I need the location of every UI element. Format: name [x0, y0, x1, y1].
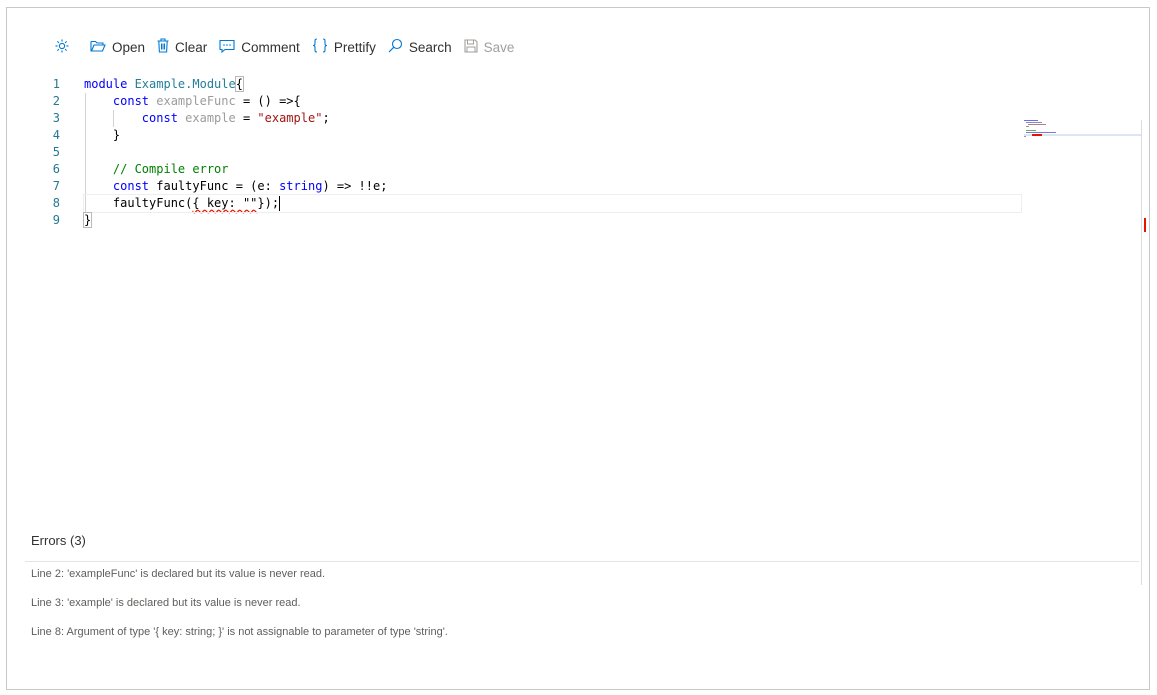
minimap-line [1028, 124, 1046, 125]
scrollbar-track[interactable] [1141, 120, 1142, 585]
indent-guide [85, 127, 86, 144]
code-line-5[interactable] [84, 144, 1022, 161]
errors-panel-title: Errors (3) [31, 533, 86, 548]
code-line-8-current[interactable]: faultyFunc({ key: ""}); [83, 194, 1022, 213]
error-list-item[interactable]: Line 2: 'exampleFunc' is declared but it… [31, 568, 325, 580]
code-line-2[interactable]: const exampleFunc = () =>{ [84, 93, 1022, 110]
minimap-line [1024, 136, 1026, 137]
matched-bracket: } [82, 212, 93, 228]
keyword-token: const [112, 94, 150, 108]
divider [25, 561, 1139, 562]
code-text: = () =>{ [235, 94, 301, 108]
clear-button[interactable]: Clear [151, 30, 213, 64]
error-list-item[interactable]: Line 3: 'example' is declared but its va… [31, 597, 301, 609]
prettify-button[interactable]: Prettify [306, 30, 382, 64]
code-text: = [235, 111, 258, 125]
error-list-item[interactable]: Line 8: Argument of type '{ key: string;… [31, 626, 448, 638]
sun-icon [55, 39, 75, 56]
save-label: Save [483, 39, 515, 55]
indent-guide [113, 110, 114, 127]
line-number: 5 [52, 145, 60, 159]
minimap-line [1026, 130, 1036, 131]
comment-token: // Compile error [112, 162, 229, 176]
comment-label: Comment [241, 39, 300, 55]
code-line-6[interactable]: // Compile error [84, 161, 1022, 178]
line-number: 9 [52, 213, 60, 227]
playground-frame: Open Clear Comment Prettify Search Save … [6, 7, 1150, 690]
code-text: faultyFunc( [84, 196, 193, 210]
line-number: 3 [52, 111, 60, 125]
error-squiggle[interactable]: { key: "" [192, 196, 257, 210]
line-number: 2 [52, 94, 60, 108]
keyword-token: const [112, 179, 150, 193]
code-text: ) => !!e; [322, 179, 388, 193]
minimap-line [1026, 132, 1056, 133]
search-label: Search [408, 39, 452, 55]
type-token: string [279, 179, 323, 193]
folder-open-icon [90, 39, 112, 56]
overview-ruler-error-marker[interactable] [1144, 218, 1146, 232]
line-number: 8 [52, 196, 60, 210]
save-button[interactable]: Save [458, 30, 521, 64]
minimap-line [1026, 122, 1042, 123]
indent-guide [85, 110, 86, 127]
theme-toggle-button[interactable] [51, 30, 84, 64]
indent-guide [85, 195, 86, 212]
line-number: 6 [52, 162, 60, 176]
indent-guide [85, 93, 86, 110]
comment-icon [219, 39, 241, 56]
save-icon [464, 38, 484, 56]
line-number-gutter: 1 2 3 4 5 6 7 8 9 [14, 76, 64, 229]
braces-icon [312, 38, 334, 56]
search-button[interactable]: Search [382, 30, 458, 64]
code-text: faultyFunc = (e: [149, 179, 280, 193]
trash-icon [157, 38, 175, 56]
string-token: "example" [257, 111, 323, 125]
indent-guide [85, 178, 86, 195]
line-number: 7 [52, 179, 60, 193]
open-label: Open [112, 39, 146, 55]
comment-button[interactable]: Comment [213, 30, 306, 64]
unused-identifier-token: example [177, 111, 236, 125]
minimap-line [1026, 126, 1029, 127]
clear-label: Clear [175, 39, 208, 55]
code-line-9[interactable]: } [82, 212, 1022, 229]
identifier-token: Example.Module [127, 77, 236, 91]
open-button[interactable]: Open [84, 30, 151, 64]
indent-guide [85, 144, 86, 161]
keyword-token: const [141, 111, 178, 125]
minimap[interactable] [1024, 120, 1142, 150]
keyword-token: module [84, 77, 128, 91]
code-editor[interactable]: 1 2 3 4 5 6 7 8 9 module Example.Module{… [14, 69, 1146, 585]
minimap-error-marker [1032, 134, 1042, 136]
code-line-4[interactable]: } [84, 127, 1022, 144]
code-text: ; [322, 111, 330, 125]
code-area[interactable]: module Example.Module{ const exampleFunc… [82, 76, 1022, 229]
code-line-3[interactable]: const example = "example"; [84, 110, 1022, 127]
matched-bracket: { [234, 76, 245, 92]
indent-guide [85, 161, 86, 178]
code-line-1[interactable]: module Example.Module{ [84, 76, 1022, 93]
unused-identifier-token: exampleFunc [149, 94, 236, 108]
code-text: }); [257, 196, 280, 210]
line-number: 4 [52, 128, 60, 142]
code-line-7[interactable]: const faultyFunc = (e: string) => !!e; [84, 178, 1022, 195]
line-number: 1 [52, 77, 60, 91]
toolbar: Open Clear Comment Prettify Search Save [51, 30, 520, 64]
code-text: } [84, 128, 121, 142]
text-cursor [279, 196, 281, 211]
minimap-line [1024, 120, 1038, 121]
prettify-label: Prettify [333, 39, 376, 55]
search-icon [388, 38, 409, 56]
